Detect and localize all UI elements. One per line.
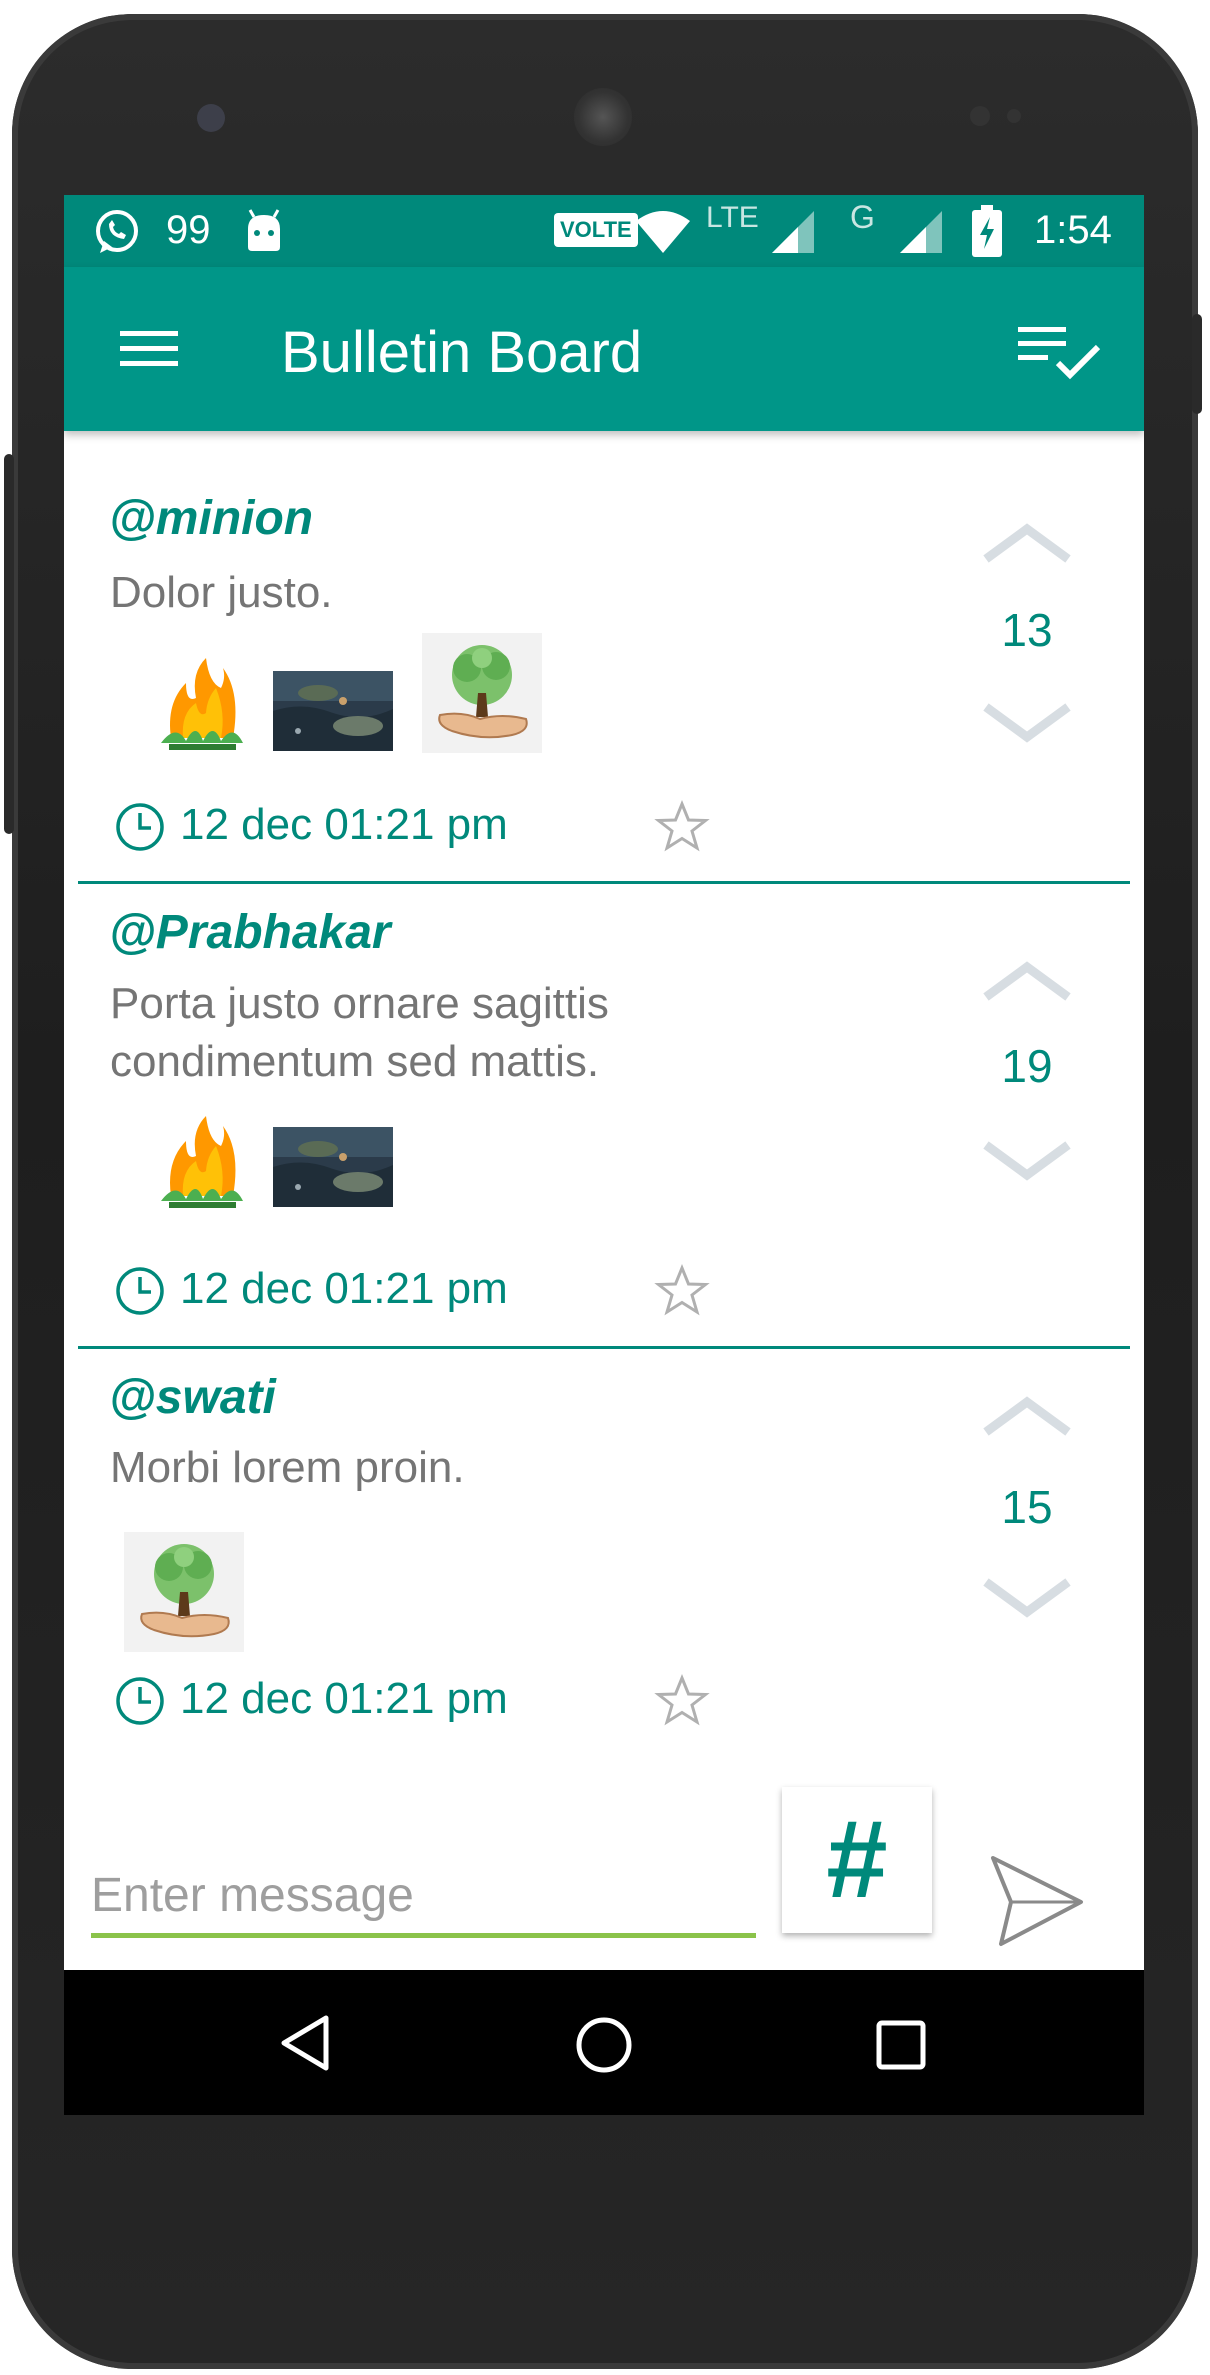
post-card[interactable]: @Prabhakar Porta justo ornare sagittis c… xyxy=(64,885,1144,1345)
post-author[interactable]: @Prabhakar xyxy=(109,905,391,960)
sensor-icon xyxy=(970,106,990,126)
tree-in-hand-image[interactable] xyxy=(422,633,542,753)
android-icon xyxy=(248,209,280,251)
page-title: Bulletin Board xyxy=(281,320,643,385)
upvote-icon[interactable] xyxy=(982,961,1072,1001)
message-input[interactable] xyxy=(91,1860,756,1930)
vote-count: 13 xyxy=(1001,604,1053,656)
signal-icon xyxy=(900,211,942,253)
lte-label: LTE xyxy=(706,201,759,234)
post-author[interactable]: @swati xyxy=(109,1370,276,1425)
vote-count: 15 xyxy=(1001,1481,1053,1533)
post-card[interactable]: @minion Dolor justo. 12 dec 01:21 pm 13 xyxy=(64,431,1144,871)
earpiece-speaker-icon xyxy=(574,88,632,146)
post-author[interactable]: @minion xyxy=(109,491,313,546)
wifi-icon xyxy=(636,211,690,253)
battery-charging-icon xyxy=(972,205,1002,257)
post-text: Morbi lorem proin. xyxy=(110,1443,465,1492)
input-underline xyxy=(91,1933,756,1938)
post-card[interactable]: @swati Morbi lorem proin. 12 dec 01:21 p… xyxy=(64,1350,1144,1770)
notification-count: 99 xyxy=(166,208,211,252)
downvote-icon[interactable] xyxy=(982,1578,1072,1618)
star-favorite-icon[interactable] xyxy=(654,1263,710,1319)
clock-icon xyxy=(114,1265,166,1317)
back-icon[interactable] xyxy=(278,2014,332,2072)
app-bar: Bulletin Board xyxy=(64,267,1144,431)
signal-icon xyxy=(772,211,814,253)
g-label: G xyxy=(850,199,875,235)
navigation-bar xyxy=(64,1970,1144,2115)
post-divider xyxy=(78,881,1130,884)
upvote-icon[interactable] xyxy=(982,523,1072,563)
volume-button xyxy=(1192,314,1202,414)
whatsapp-icon xyxy=(96,210,138,253)
vote-count: 19 xyxy=(1001,1040,1053,1092)
recent-apps-icon[interactable] xyxy=(876,2020,926,2070)
hashtag-button[interactable]: # xyxy=(782,1787,932,1933)
sensor-icon xyxy=(1007,109,1021,123)
water-photo-image[interactable] xyxy=(273,1127,393,1207)
downvote-icon[interactable] xyxy=(982,703,1072,743)
fire-plant-image[interactable] xyxy=(141,1101,261,1221)
message-input-wrapper xyxy=(91,1860,756,1940)
star-favorite-icon[interactable] xyxy=(654,1673,710,1729)
post-divider xyxy=(78,1346,1130,1349)
post-timestamp: 12 dec 01:21 pm xyxy=(180,1264,508,1313)
post-timestamp: 12 dec 01:21 pm xyxy=(180,800,508,849)
home-icon[interactable] xyxy=(574,2015,634,2075)
water-photo-image[interactable] xyxy=(273,671,393,751)
star-favorite-icon[interactable] xyxy=(654,799,710,855)
clock-time: 1:54 xyxy=(1034,208,1112,252)
fire-plant-image[interactable] xyxy=(141,643,261,763)
clock-icon xyxy=(114,801,166,853)
upvote-icon[interactable] xyxy=(982,1396,1072,1436)
send-icon[interactable] xyxy=(987,1850,1087,1950)
clock-icon xyxy=(114,1675,166,1727)
hamburger-menu-icon[interactable] xyxy=(120,329,178,369)
front-camera-icon xyxy=(197,104,225,132)
post-timestamp: 12 dec 01:21 pm xyxy=(180,1674,508,1723)
downvote-icon[interactable] xyxy=(982,1141,1072,1181)
status-bar: 99 VOLTE LTE G 1:54 xyxy=(64,195,1144,267)
volte-badge: VOLTE xyxy=(554,213,638,247)
checklist-icon[interactable] xyxy=(1018,323,1104,383)
post-text: Porta justo ornare sagittis condimentum … xyxy=(110,979,609,1086)
screen: 99 VOLTE LTE G 1:54 Bulletin Board @mini… xyxy=(64,195,1144,2115)
power-button xyxy=(4,454,14,834)
post-text: Dolor justo. xyxy=(110,568,333,617)
tree-in-hand-image[interactable] xyxy=(124,1532,244,1652)
